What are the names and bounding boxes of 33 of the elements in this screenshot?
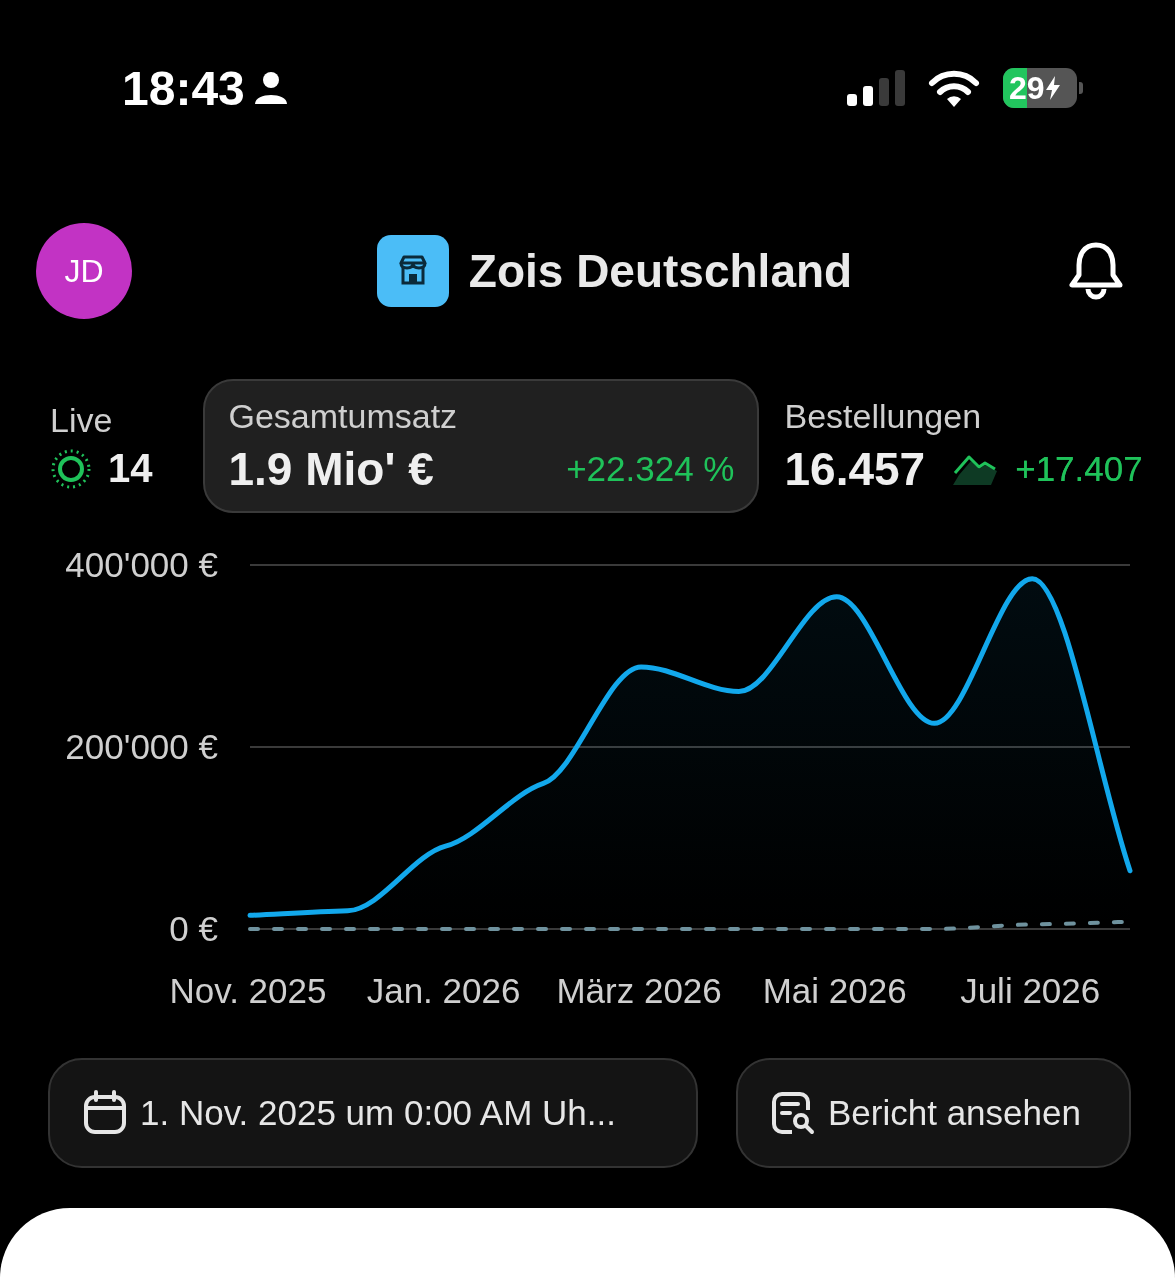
signal-icon bbox=[847, 70, 905, 106]
metric-label: Gesamtumsatz bbox=[228, 396, 459, 436]
y-axis-label: 200'000 € bbox=[65, 727, 218, 766]
calendar-icon bbox=[82, 1090, 128, 1136]
bolt-icon bbox=[1045, 76, 1060, 100]
live-count: 14 bbox=[108, 446, 153, 491]
metric-label: Live bbox=[50, 401, 114, 440]
x-axis-label: März 2026 bbox=[556, 971, 722, 1010]
person-icon bbox=[252, 70, 289, 106]
metric-value: 1.9 Mio' € bbox=[228, 441, 434, 496]
metric-tab[interactable]: Live 14 bbox=[48, 379, 203, 513]
metric-card[interactable]: Gesamtumsatz 1.9 Mio' € +22.324 % bbox=[202, 379, 759, 513]
wifi-icon bbox=[927, 69, 981, 107]
x-axis-label: Mai 2026 bbox=[762, 971, 907, 1010]
y-axis-label: 0 € bbox=[169, 909, 218, 948]
change-value: +22.324 % bbox=[566, 448, 735, 489]
pulse-icon bbox=[50, 447, 92, 490]
metric-tab[interactable]: Bestellungen 16.457 +17.407 bbox=[758, 379, 1145, 513]
x-axis-label: Jan. 2026 bbox=[366, 971, 521, 1010]
bell-icon[interactable] bbox=[1067, 241, 1125, 301]
avatar[interactable]: JD bbox=[36, 223, 132, 319]
x-axis-label: Juli 2026 bbox=[960, 971, 1101, 1010]
report-button[interactable]: Bericht ansehen bbox=[736, 1058, 1131, 1168]
clock-time: 18:43 bbox=[122, 60, 245, 116]
search-document-icon bbox=[770, 1090, 816, 1136]
metric-label: Bestellungen bbox=[784, 396, 983, 436]
y-axis-label: 400'000 € bbox=[65, 545, 218, 584]
x-axis-label: Nov. 2025 bbox=[169, 971, 327, 1010]
metric-value: 16.457 bbox=[784, 441, 926, 496]
store-icon bbox=[376, 235, 449, 307]
store-name: Zois Deutschland bbox=[468, 244, 853, 298]
battery-level: 29 bbox=[1009, 69, 1045, 107]
date-range-button[interactable]: 1. Nov. 2025 um 0:00 AM Uh... bbox=[48, 1058, 698, 1168]
